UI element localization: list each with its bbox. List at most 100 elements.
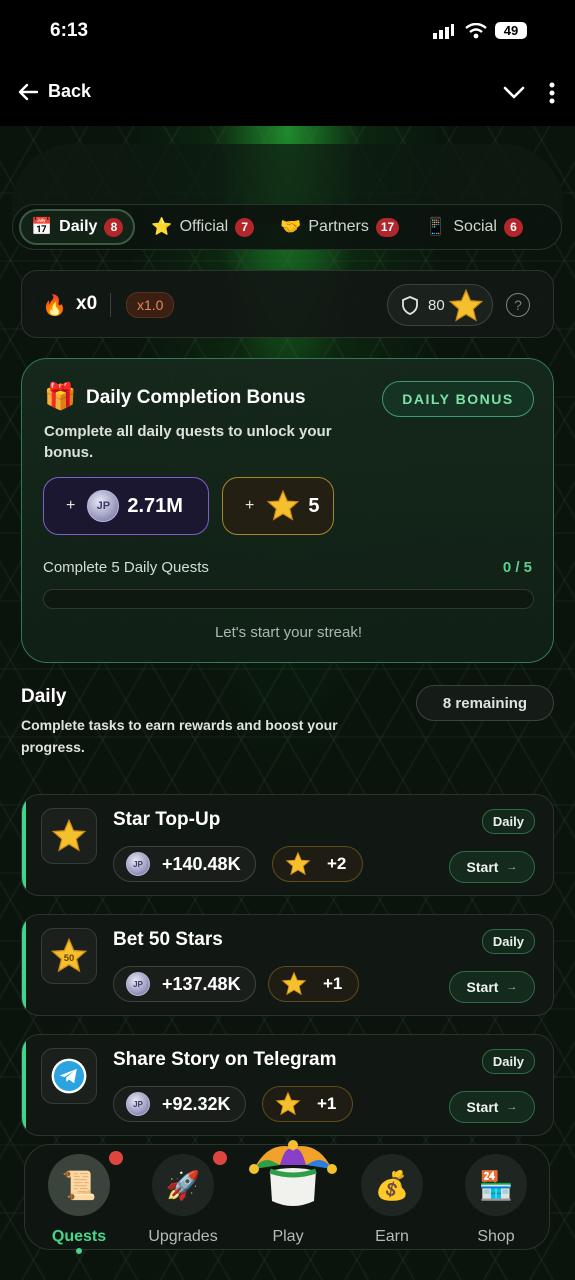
wifi-icon <box>465 22 487 38</box>
tab-label: Social <box>453 218 497 235</box>
quest-frequency-badge: Daily <box>481 1049 535 1074</box>
streak-multiplier: x1.0 <box>126 292 175 318</box>
handshake-icon: 🤝 <box>280 217 302 236</box>
money-bag-icon: 💰 <box>361 1154 423 1216</box>
fire-icon: 🔥 <box>42 295 67 317</box>
quest-star-value: +2 <box>327 854 347 873</box>
bonus-progress-label: Complete 5 Daily Quests <box>43 559 209 576</box>
quest-title: Bet 50 Stars <box>113 929 223 950</box>
bonus-coin-value: 2.71M <box>127 494 183 517</box>
start-label: Start <box>466 1099 499 1115</box>
daily-bonus-card: 🎁 Daily Completion Bonus DAILY BONUS Com… <box>21 358 554 663</box>
quest-star-reward: +1 <box>268 966 360 1002</box>
quest-card[interactable]: 50 Bet 50 Stars Daily JP +137.48K +1 Sta… <box>21 914 554 1016</box>
shop-icon: 🏪 <box>465 1154 527 1216</box>
status-bar: 6:13 49 <box>0 0 575 64</box>
tab-count-badge: 7 <box>235 217 255 237</box>
jester-icon <box>249 1140 337 1206</box>
back-label: Back <box>48 81 92 101</box>
bonus-progress-bar <box>43 589 534 609</box>
nav-label: Shop <box>477 1228 515 1245</box>
tab-partners[interactable]: 🤝 Partners 17 <box>270 209 409 245</box>
start-button[interactable]: Start → <box>449 1091 535 1123</box>
quest-star-value: +1 <box>323 974 343 993</box>
help-icon[interactable]: ? <box>506 293 530 317</box>
bonus-coin-reward: + JP 2.71M <box>43 477 209 535</box>
back-button[interactable]: Back <box>18 81 91 102</box>
more-vertical-icon[interactable] <box>549 82 555 104</box>
nav-label: Earn <box>375 1228 409 1245</box>
quest-coin-value: +137.48K <box>162 973 241 994</box>
tab-social[interactable]: 📱 Social 6 <box>415 209 533 245</box>
quest-star-reward: +2 <box>272 846 364 882</box>
streak-count: x0 <box>76 293 98 314</box>
star-icon <box>41 808 97 864</box>
quest-coin-value: +92.32K <box>162 1093 231 1114</box>
start-button[interactable]: Start → <box>449 851 535 883</box>
tab-count-badge: 8 <box>104 217 124 237</box>
quest-card[interactable]: Star Top-Up Daily JP +140.48K +2 Start → <box>21 794 554 896</box>
nav-label: Quests <box>51 1228 107 1245</box>
bonus-description: Complete all daily quests to unlock your… <box>44 423 332 461</box>
star-50-icon: 50 <box>41 928 97 984</box>
streak-bar: 🔥 x0 x1.0 80 ? <box>21 270 554 338</box>
tab-count-badge: 6 <box>503 217 523 237</box>
bonus-progress-count: 0 / 5 <box>502 559 532 576</box>
star-icon <box>448 288 484 322</box>
star-icon <box>285 851 311 876</box>
jp-coin-icon: JP <box>126 1092 150 1116</box>
quest-title: Star Top-Up <box>113 809 221 830</box>
quests-content[interactable]: 📅 Daily 8 ⭐ Official 7 🤝 Partners 17 📱 S… <box>0 126 575 1280</box>
bonus-title: Daily Completion Bonus <box>86 387 306 408</box>
notification-dot <box>109 1151 123 1165</box>
tab-daily[interactable]: 📅 Daily 8 <box>19 209 136 245</box>
calendar-icon: 📅 <box>31 217 53 236</box>
shield-balance[interactable]: 80 <box>387 284 493 326</box>
nav-item-play[interactable]: Play <box>238 1140 338 1251</box>
quest-accent-bar <box>22 1035 26 1135</box>
daily-bonus-button[interactable]: DAILY BONUS <box>382 381 534 417</box>
status-time: 6:13 <box>50 20 89 41</box>
quest-coin-reward: JP +140.48K <box>113 846 256 882</box>
divider <box>110 293 111 317</box>
bonus-star-value: 5 <box>308 494 320 517</box>
quest-frequency-badge: Daily <box>481 809 535 834</box>
bottom-nav: 📜 Quests 🚀 Upgrades Play 💰 Earn 🏪 Shop <box>24 1140 550 1254</box>
nav-item-upgrades[interactable]: 🚀 Upgrades <box>133 1145 233 1251</box>
tab-label: Partners <box>308 218 369 235</box>
gift-icon: 🎁 <box>44 381 77 411</box>
tab-count-badge: 17 <box>375 217 400 237</box>
star-icon <box>281 971 307 996</box>
tab-label: Official <box>179 218 229 235</box>
quest-title: Share Story on Telegram <box>113 1049 337 1070</box>
arrow-right-icon: → <box>506 981 518 993</box>
quest-star-reward: +1 <box>262 1086 354 1122</box>
quest-coin-reward: JP +92.32K <box>113 1086 246 1122</box>
star-icon <box>267 489 300 521</box>
chevron-down-icon[interactable] <box>503 86 525 100</box>
nav-item-earn[interactable]: 💰 Earn <box>342 1145 442 1251</box>
quest-coin-value: +140.48K <box>162 853 241 874</box>
jp-coin-icon: JP <box>126 852 150 876</box>
quest-coin-reward: JP +137.48K <box>113 966 256 1002</box>
phone-icon: 📱 <box>425 217 447 236</box>
scroll-icon: 📜 <box>48 1154 110 1216</box>
quest-card[interactable]: Share Story on Telegram Daily JP +92.32K… <box>21 1034 554 1136</box>
shield-value: 80 <box>428 297 445 314</box>
start-button[interactable]: Start → <box>449 971 535 1003</box>
bonus-footer: Let's start your streak! <box>214 624 363 641</box>
jp-coin-icon: JP <box>126 972 150 996</box>
nav-actions <box>503 82 555 104</box>
nav-item-quests[interactable]: 📜 Quests <box>29 1145 129 1254</box>
nav-item-shop[interactable]: 🏪 Shop <box>446 1145 546 1251</box>
star-icon: ⭐ <box>151 217 173 236</box>
section-description: Complete tasks to earn rewards and boost… <box>21 717 338 755</box>
quest-star-value: +1 <box>317 1094 337 1113</box>
telegram-icon <box>41 1048 97 1104</box>
active-indicator <box>76 1248 82 1254</box>
tab-official[interactable]: ⭐ Official 7 <box>141 209 264 245</box>
plus-sign: + <box>245 497 255 514</box>
start-label: Start <box>466 979 499 995</box>
jp-coin-icon: JP <box>87 490 120 522</box>
category-tabs: 📅 Daily 8 ⭐ Official 7 🤝 Partners 17 📱 S… <box>12 204 562 250</box>
